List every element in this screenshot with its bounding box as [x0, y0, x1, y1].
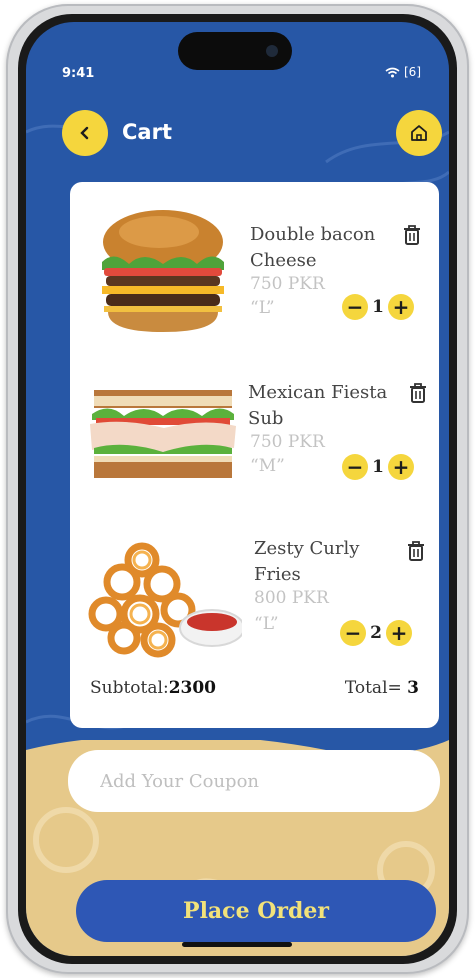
- cart-item: Double bacon Cheese 750 PKR “L” − 1 +: [70, 198, 439, 358]
- item-size: “L”: [254, 614, 279, 634]
- total-label: Total=: [344, 678, 408, 698]
- home-button[interactable]: [396, 110, 442, 156]
- quantity-value: 1: [372, 297, 384, 317]
- item-size: “L”: [250, 298, 275, 318]
- status-time: 9:41: [62, 66, 95, 81]
- burger-image: [102, 210, 224, 332]
- decrease-button[interactable]: −: [340, 620, 366, 646]
- item-price: 750 PKR: [250, 432, 325, 452]
- cart-item: Mexican Fiesta Sub 750 PKR “M” − 1 +: [70, 358, 439, 518]
- quantity-stepper: − 1 +: [342, 454, 414, 480]
- quantity-stepper: − 2 +: [340, 620, 412, 646]
- item-price: 800 PKR: [254, 588, 329, 608]
- cart-item: Zesty Curly Fries 800 PKR “L” − 2 +: [70, 516, 439, 676]
- place-order-button[interactable]: Place Order: [76, 880, 436, 942]
- trash-icon[interactable]: [406, 540, 426, 562]
- item-name: Double bacon Cheese: [250, 224, 376, 271]
- total-value: 3: [407, 678, 419, 698]
- decrease-button[interactable]: −: [342, 454, 368, 480]
- increase-button[interactable]: +: [386, 620, 412, 646]
- item-name: Mexican Fiesta Sub: [248, 382, 388, 429]
- item-price: 750 PKR: [250, 274, 325, 294]
- item-name: Zesty Curly Fries: [254, 538, 360, 585]
- quantity-value: 2: [370, 623, 382, 643]
- trash-icon[interactable]: [408, 382, 428, 404]
- home-icon: [411, 125, 427, 141]
- phone-frame: 9:41 [6] Cart Double bacon Cheese 750 PK…: [6, 4, 469, 974]
- item-size: “M”: [250, 456, 285, 476]
- page-title: Cart: [122, 120, 172, 144]
- home-indicator: [182, 942, 292, 947]
- battery-icon: [6]: [404, 65, 421, 79]
- app-screen: 9:41 [6] Cart Double bacon Cheese 750 PK…: [26, 22, 449, 956]
- curly-fries-image: [88, 542, 242, 658]
- status-icons: [6]: [385, 65, 421, 79]
- decrease-button[interactable]: −: [342, 294, 368, 320]
- subtotal: Subtotal:2300: [90, 678, 216, 698]
- increase-button[interactable]: +: [388, 294, 414, 320]
- quantity-stepper: − 1 +: [342, 294, 414, 320]
- subtotal-label: Subtotal:: [90, 678, 169, 698]
- camera-dot: [266, 45, 278, 57]
- subtotal-value: 2300: [168, 678, 217, 698]
- wifi-icon: [385, 67, 400, 77]
- coupon-input[interactable]: [68, 750, 440, 812]
- increase-button[interactable]: +: [388, 454, 414, 480]
- chevron-left-icon: [80, 126, 89, 140]
- dynamic-island: [178, 32, 292, 70]
- phone-bezel: 9:41 [6] Cart Double bacon Cheese 750 PK…: [18, 14, 457, 964]
- trash-icon[interactable]: [402, 224, 422, 246]
- total: Total= 3: [345, 678, 419, 698]
- quantity-value: 1: [372, 457, 384, 477]
- cart-card: Double bacon Cheese 750 PKR “L” − 1 + Me…: [70, 182, 439, 728]
- sandwich-image: [90, 390, 236, 478]
- back-button[interactable]: [62, 110, 108, 156]
